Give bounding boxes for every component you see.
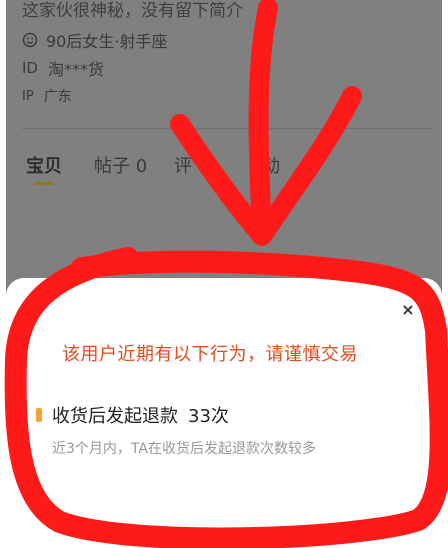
ip-label: IP xyxy=(22,88,34,104)
active-tab-indicator xyxy=(34,182,54,185)
warning-title: 该用户近期有以下行为，请谨慎交易 xyxy=(62,344,358,365)
profile-id-row: ID 淘***货 xyxy=(22,56,104,80)
behavior-description: 近3个月内，TA在收货后发起退款次数较多 xyxy=(52,441,316,457)
profile-bio: 这家伙很神秘，没有留下简介 xyxy=(22,1,243,21)
profile-tags-row: 90后女生·射手座 xyxy=(22,28,167,52)
profile-ip-row: IP 广东 xyxy=(22,86,72,106)
divider xyxy=(22,128,432,129)
id-value: 淘***货 xyxy=(47,60,104,79)
ip-value: 广东 xyxy=(43,89,72,105)
profile-tabs: 宝贝 帖子 0 评 动 xyxy=(0,152,436,192)
behavior-label: 收货后发起退款 xyxy=(52,406,178,427)
tab-posts[interactable]: 帖子 0 xyxy=(94,152,147,178)
behavior-item: 收货后发起退款 33次 xyxy=(52,402,229,428)
profile-section: 这家伙很神秘，没有留下简介 90后女生·射手座 ID 淘***货 IP 广东 宝… xyxy=(0,0,436,300)
warning-icon xyxy=(36,408,42,422)
profile-tags: 90后女生·射手座 xyxy=(46,32,168,51)
smile-icon xyxy=(22,32,38,48)
behavior-count: 33次 xyxy=(188,406,229,427)
tab-activity[interactable]: 动 xyxy=(262,152,280,178)
tab-items[interactable]: 宝贝 xyxy=(26,152,62,178)
id-label: ID xyxy=(22,59,38,77)
tab-reviews[interactable]: 评 xyxy=(174,152,192,178)
close-button[interactable]: × xyxy=(398,300,418,320)
